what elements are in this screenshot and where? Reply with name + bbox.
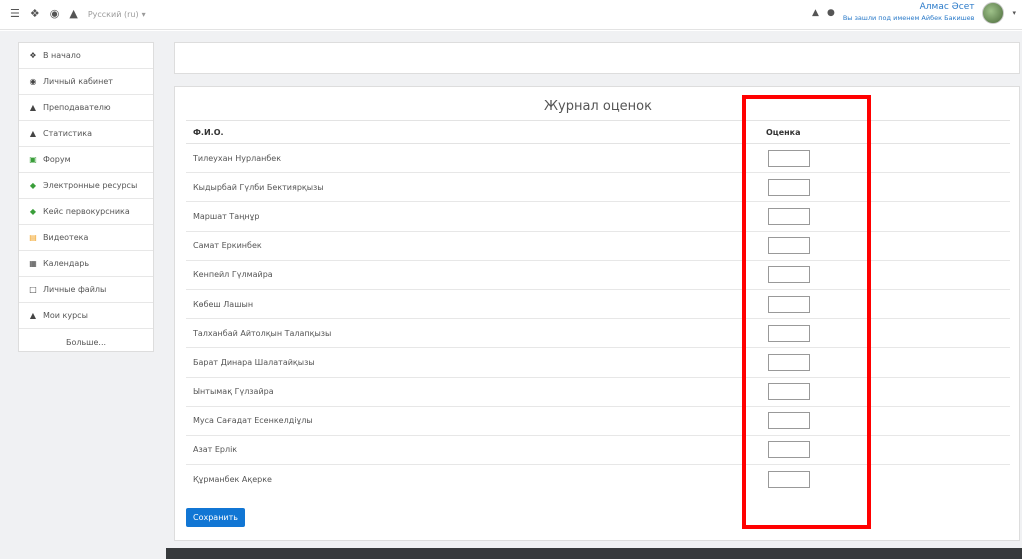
navbar-right: ▲ ● Алмас Әсет Вы зашли под именем Айбек… [812, 2, 1016, 24]
graduation-cap-icon: ▲ [29, 129, 37, 138]
video-icon: ▤ [29, 233, 37, 242]
student-name: Кенпейл Гүлмайра [186, 259, 766, 290]
graduation-cap-icon[interactable]: ▲ [69, 7, 77, 21]
forum-icon: ▣ [29, 155, 37, 164]
grade-column-highlight [742, 95, 871, 529]
user-menu[interactable]: Алмас Әсет Вы зашли под именем Айбек Бак… [843, 2, 975, 24]
sidebar-item-dashboard[interactable]: ◉ Личный кабинет [19, 69, 153, 95]
student-name: Көбеш Лашын [186, 288, 766, 319]
sidebar-item-calendar[interactable]: ▦ Календарь [19, 251, 153, 277]
sidebar-item-label: Больше... [65, 337, 107, 347]
table-row: Самат Еркинбек [186, 230, 1010, 261]
home-icon: ❖ [29, 51, 37, 60]
sidebar-item-teacher[interactable]: ▲ Преподавателю [19, 95, 153, 121]
student-name: Маршат Таңнұр [186, 201, 766, 232]
sidebar-item-more[interactable]: Больше... [19, 329, 153, 355]
page-title: Журнал оценок [544, 99, 652, 114]
sidebar-item-my-courses[interactable]: ▲ Мои курсы [19, 303, 153, 329]
calendar-icon: ▦ [29, 259, 37, 268]
table-row: Ынтымақ Гүлзайра [186, 376, 1010, 407]
table-row: Тилеухан Нурланбек [186, 142, 1010, 173]
student-name: Құрманбек Ақерке [186, 464, 766, 494]
resource-icon: ◆ [29, 207, 37, 216]
gradebook-card: Журнал оценок Ф.И.О. Оценка Тилеухан Нур… [174, 86, 1020, 541]
footer [166, 548, 1022, 559]
sidebar-item-video-library[interactable]: ▤ Видеотека [19, 225, 153, 251]
student-name: Азат Ерлік [186, 434, 766, 465]
user-name: Алмас Әсет [919, 2, 975, 12]
language-label: Русский (ru) [87, 9, 139, 19]
hamburger-menu-icon[interactable]: ☰ [10, 7, 20, 21]
top-panel [174, 42, 1020, 74]
table-row: Азат Ерлік [186, 434, 1010, 465]
student-name: Муса Сағадат Есенкелдіұлы [186, 405, 766, 436]
table-row: Кенпейл Гүлмайра [186, 259, 1010, 290]
table-header-row: Ф.И.О. Оценка [186, 120, 1010, 144]
table-row: Кыдырбай Гүлби Бектиярқызы [186, 172, 1010, 202]
sidebar-item-label: Электронные ресурсы [43, 181, 138, 190]
sidebar-item-label: Личные файлы [43, 285, 107, 294]
graduation-cap-icon: ▲ [29, 103, 37, 112]
resource-icon: ◆ [29, 181, 37, 190]
chat-icon[interactable]: ● [827, 8, 835, 18]
table-row: Талханбай Айтолқын Талапқызы [186, 318, 1010, 348]
sidebar-item-label: Мои курсы [43, 311, 88, 320]
sidebar-item-statistics[interactable]: ▲ Статистика [19, 121, 153, 147]
student-name: Талханбай Айтолқын Талапқызы [186, 318, 766, 348]
chevron-down-icon: ▾ [141, 9, 146, 19]
sidebar-item-label: В начало [43, 51, 81, 60]
student-name: Ынтымақ Гүлзайра [186, 376, 766, 407]
graduation-cap-icon: ▲ [29, 311, 37, 320]
table-row: Көбеш Лашын [186, 288, 1010, 319]
sidebar-item-label: Кейс первокурсника [43, 207, 130, 216]
gradebook-table: Ф.И.О. Оценка Тилеухан Нурланбек Кыдырба… [186, 120, 1010, 494]
sidebar-item-label: Видеотека [43, 233, 89, 242]
sidebar: ❖ В начало ◉ Личный кабинет ▲ Преподават… [18, 42, 154, 352]
sidebar-item-label: Календарь [43, 259, 90, 268]
save-button[interactable]: Сохранить [186, 508, 245, 527]
student-name: Кыдырбай Гүлби Бектиярқызы [186, 172, 766, 202]
avatar[interactable] [982, 2, 1005, 24]
sidebar-item-home[interactable]: ❖ В начало [19, 43, 153, 69]
language-selector[interactable]: Русский (ru) ▾ [88, 10, 146, 19]
sidebar-item-freshman-case[interactable]: ◆ Кейс первокурсника [19, 199, 153, 225]
sidebar-item-label: Преподавателю [43, 103, 111, 112]
top-navbar: ☰ ❖ ◉ ▲ Русский (ru) ▾ ▲ ● Алмас Әсет Вы… [0, 0, 1022, 30]
table-row: Муса Сағадат Есенкелдіұлы [186, 405, 1010, 436]
sidebar-item-e-resources[interactable]: ◆ Электронные ресурсы [19, 173, 153, 199]
table-row: Барат Динара Шалатайқызы [186, 347, 1010, 377]
student-name: Тилеухан Нурланбек [186, 142, 766, 173]
sidebar-item-label: Личный кабинет [43, 77, 113, 86]
table-row: Құрманбек Ақерке [186, 464, 1010, 494]
file-icon: □ [29, 285, 37, 294]
sidebar-item-private-files[interactable]: □ Личные файлы [19, 277, 153, 303]
dashboard-icon[interactable]: ◉ [50, 7, 60, 21]
sidebar-item-label: Форум [43, 155, 71, 164]
home-icon[interactable]: ❖ [30, 7, 40, 21]
bell-icon[interactable]: ▲ [812, 8, 819, 18]
dashboard-icon: ◉ [29, 77, 37, 86]
table-row: Маршат Таңнұр [186, 201, 1010, 232]
student-name: Барат Динара Шалатайқызы [186, 347, 766, 377]
sidebar-item-forum[interactable]: ▣ Форум [19, 147, 153, 173]
logged-in-as: Вы зашли под именем Айбек Бакишев [842, 14, 975, 22]
sidebar-item-label: Статистика [43, 129, 92, 138]
student-name: Самат Еркинбек [186, 230, 766, 261]
chevron-down-icon[interactable]: ▾ [1012, 9, 1016, 17]
column-header-name: Ф.И.О. [186, 120, 766, 144]
navbar-left: ☰ ❖ ◉ ▲ Русский (ru) ▾ [10, 7, 146, 21]
